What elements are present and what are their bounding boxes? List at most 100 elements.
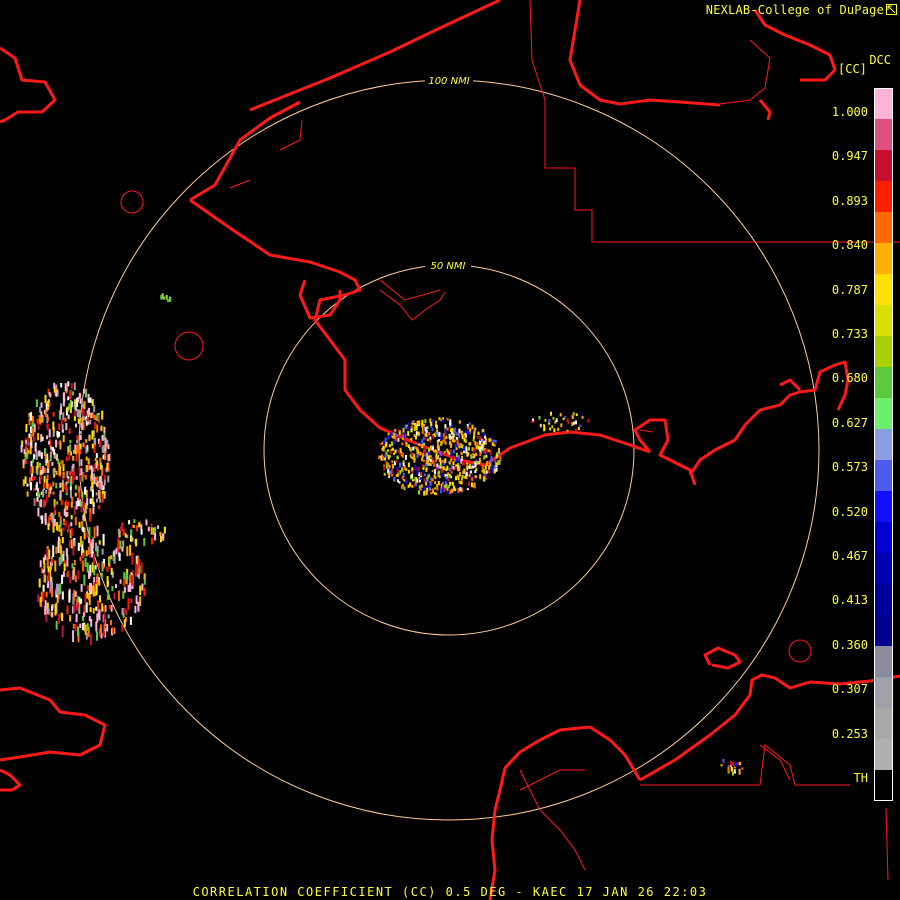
echo-pixel (437, 471, 440, 476)
echo-pixel (53, 474, 56, 478)
echo-pixel (466, 462, 469, 465)
echo-pixel (401, 485, 403, 489)
echo-pixel (424, 453, 427, 457)
echo-pixel (446, 487, 449, 491)
echo-pixel (90, 543, 93, 554)
echo-pixel (440, 474, 443, 477)
echo-pixel (407, 469, 410, 474)
echo-pixel (77, 414, 80, 418)
echo-pixel (65, 481, 68, 485)
echo-pixel (52, 526, 55, 533)
echo-pixel (48, 440, 50, 445)
echo-pixel (75, 476, 78, 480)
echo-pixel (439, 465, 442, 469)
echo-pixel (85, 550, 88, 557)
units-label: [CC] (838, 62, 867, 76)
echo-pixel (392, 435, 395, 439)
echo-pixel (72, 630, 75, 642)
color-band (874, 88, 893, 120)
echo-pixel (51, 588, 53, 598)
echo-pixel (460, 481, 463, 484)
echo-pixel (31, 459, 34, 463)
echo-pixel (117, 590, 120, 601)
echo-pixel (458, 420, 461, 424)
echo-pixel (460, 430, 463, 436)
echo-pixel (70, 383, 73, 389)
echo-pixel (62, 392, 65, 401)
echo-pixel (551, 425, 554, 429)
echo-pixel (431, 428, 434, 432)
echo-pixel (425, 482, 427, 486)
echo-pixel (474, 441, 477, 446)
echo-pixel (140, 529, 143, 535)
echo-pixel (499, 456, 502, 461)
echo-pixel (494, 439, 497, 444)
echo-pixel (95, 606, 98, 611)
echo-pixel (475, 445, 478, 450)
echo-pixel (440, 432, 443, 438)
echo-pixel (468, 465, 471, 469)
color-scale-label: 0.360 (831, 637, 868, 652)
echo-pixel (30, 412, 33, 421)
echo-pixel (434, 460, 437, 463)
echo-pixel (470, 454, 473, 459)
echo-pixel (404, 455, 407, 460)
echo-pixel (30, 482, 32, 491)
color-scale-label: 0.253 (831, 726, 868, 741)
echo-pixel (98, 476, 101, 483)
echo-pixel (67, 478, 70, 483)
echo-pixel (403, 479, 406, 482)
echo-pixel (107, 589, 110, 594)
echo-pixel (98, 491, 101, 499)
echo-pixel (438, 455, 441, 459)
echo-pixel (37, 491, 40, 498)
echo-pixel (446, 427, 449, 431)
echo-pixel (141, 583, 144, 591)
echo-pixel (78, 475, 81, 482)
echo-pixel (423, 473, 426, 477)
echo-pixel (127, 598, 130, 610)
echo-pixel (438, 431, 441, 437)
echo-pixel (458, 471, 461, 477)
echo-pixel (52, 491, 55, 495)
echo-pixel (37, 594, 40, 603)
echo-pixel (382, 445, 385, 449)
echo-pixel (544, 419, 547, 422)
echo-pixel (91, 489, 94, 497)
echo-pixel (455, 464, 458, 467)
echo-pixel (495, 462, 498, 466)
echo-pixel (84, 592, 87, 604)
echo-pixel (476, 441, 479, 446)
echo-pixel (49, 393, 52, 398)
echo-pixel (69, 486, 72, 491)
echo-pixel (426, 459, 429, 464)
echo-pixel (95, 453, 98, 459)
echo-pixel (446, 491, 449, 494)
echo-pixel (414, 423, 417, 427)
echo-pixel (735, 762, 737, 768)
echo-pixel (48, 402, 51, 406)
echo-pixel (471, 424, 474, 430)
echo-pixel (468, 422, 471, 425)
echo-pixel (55, 470, 58, 475)
echo-pixel (566, 418, 569, 422)
echo-pixel (26, 491, 29, 497)
color-band (874, 677, 893, 709)
echo-pixel (411, 452, 414, 457)
echo-pixel (414, 477, 417, 482)
echo-pixel (410, 428, 413, 432)
echo-pixel (497, 460, 500, 465)
echo-pixel (93, 526, 96, 538)
echo-pixel (455, 447, 458, 451)
echo-pixel (402, 462, 405, 467)
echo-pixel (414, 464, 417, 470)
echo-pixel (77, 570, 80, 580)
echo-pixel (479, 451, 482, 457)
echo-pixel (401, 453, 404, 458)
credit-text: NEXLAB-College of DuPage (705, 3, 884, 17)
echo-pixel (40, 434, 43, 442)
echo-pixel (83, 625, 86, 632)
echo-pixel (82, 612, 85, 617)
echo-pixel (446, 417, 449, 421)
echo-pixel (85, 447, 88, 454)
